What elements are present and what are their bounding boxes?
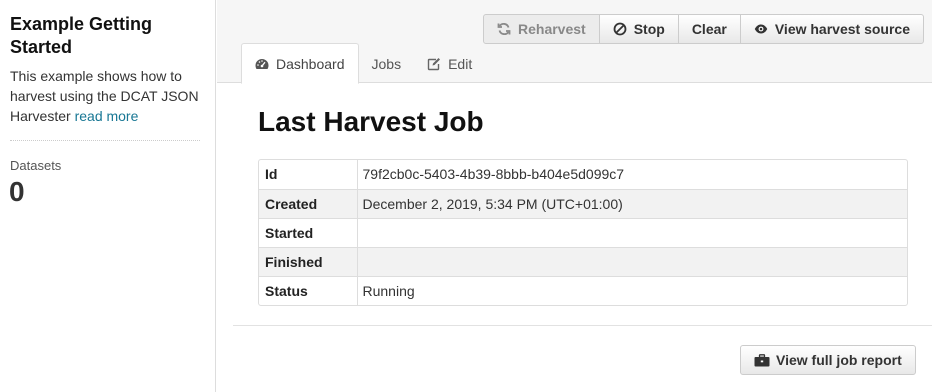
- row-label-started: Started: [259, 217, 358, 247]
- view-harvest-source-button[interactable]: View harvest source: [739, 14, 924, 44]
- tab-jobs-label: Jobs: [371, 56, 402, 72]
- reharvest-label: Reharvest: [518, 21, 586, 37]
- tab-dashboard-label: Dashboard: [276, 55, 345, 72]
- edit-icon: [427, 57, 441, 71]
- row-label-created: Created: [259, 188, 358, 218]
- stop-button[interactable]: Stop: [598, 14, 679, 44]
- tab-bar: Dashboard Jobs Edit: [241, 43, 485, 84]
- view-harvest-source-label: View harvest source: [774, 21, 910, 37]
- view-full-job-report-label: View full job report: [776, 352, 902, 368]
- read-more-link[interactable]: read more: [75, 108, 139, 124]
- refresh-icon: [497, 22, 511, 36]
- briefcase-icon: [754, 353, 770, 367]
- stop-label: Stop: [633, 21, 665, 37]
- started-value: [357, 217, 907, 247]
- eye-icon: [754, 22, 768, 36]
- ban-icon: [613, 22, 627, 36]
- table-row: Created December 2, 2019, 5:34 PM (UTC+0…: [259, 188, 907, 218]
- content-divider: [233, 325, 932, 326]
- job-details-table: Id 79f2cb0c-5403-4b39-8bbb-b404e5d099c7 …: [258, 159, 908, 306]
- table-row: Started: [259, 217, 907, 247]
- tab-dashboard[interactable]: Dashboard: [241, 43, 359, 84]
- table-row: Status Running: [259, 275, 907, 305]
- status-value: Running: [357, 275, 907, 305]
- row-label-finished: Finished: [259, 246, 358, 276]
- harvest-actions-toolbar: Reharvest Stop Clear View harvest source: [483, 14, 924, 44]
- source-description: This example shows how to harvest using …: [10, 66, 206, 126]
- sidebar: Example Getting Started This example sho…: [0, 0, 216, 392]
- table-row: Finished: [259, 246, 907, 276]
- created-value: December 2, 2019, 5:34 PM (UTC+01:00): [357, 188, 907, 218]
- clear-button[interactable]: Clear: [677, 14, 741, 44]
- job-id-value: 79f2cb0c-5403-4b39-8bbb-b404e5d099c7: [362, 166, 625, 183]
- page-title: Last Harvest Job: [258, 106, 484, 137]
- reharvest-button[interactable]: Reharvest: [483, 14, 600, 44]
- tab-edit-label: Edit: [448, 56, 473, 72]
- view-full-job-report-button[interactable]: View full job report: [740, 345, 916, 375]
- clear-label: Clear: [691, 21, 727, 37]
- datasets-count: 0: [9, 176, 25, 207]
- finished-value: [357, 246, 907, 276]
- tab-edit[interactable]: Edit: [414, 44, 485, 84]
- row-label-id: Id: [259, 160, 358, 189]
- datasets-label: Datasets: [10, 158, 62, 173]
- row-label-status: Status: [259, 275, 358, 305]
- dashboard-icon: [255, 57, 269, 71]
- source-title: Example Getting Started: [10, 14, 153, 57]
- tab-jobs[interactable]: Jobs: [359, 44, 415, 84]
- table-row: Id 79f2cb0c-5403-4b39-8bbb-b404e5d099c7: [259, 160, 907, 189]
- sidebar-divider: [10, 140, 200, 141]
